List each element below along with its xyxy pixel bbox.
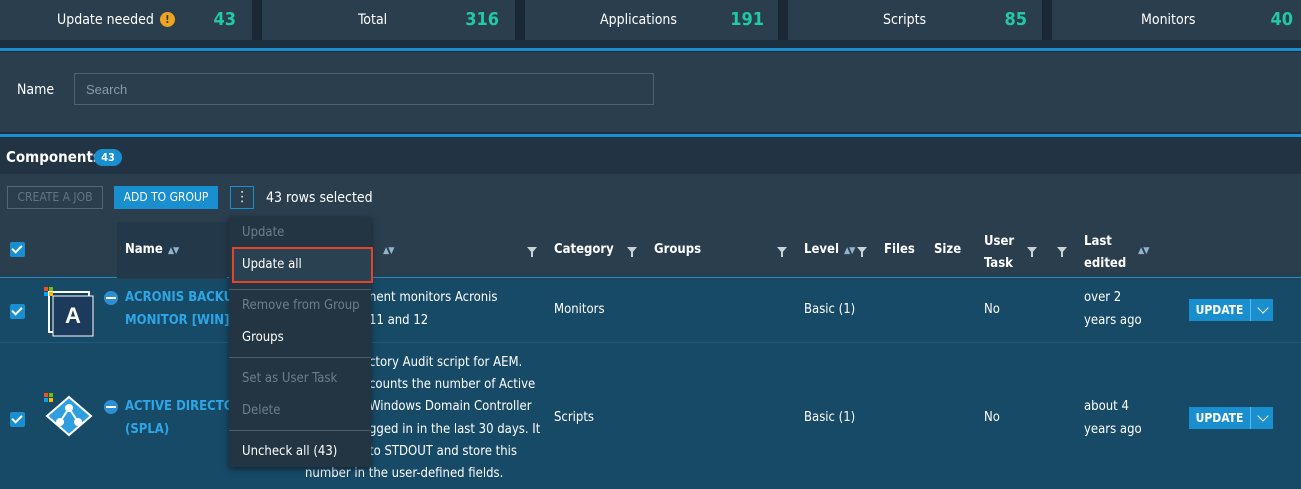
stat-label: Scripts	[883, 12, 927, 28]
stat-value: 85	[1004, 9, 1027, 30]
stat-value: 43	[213, 9, 236, 30]
stat-value: 316	[465, 9, 499, 30]
header-user-task[interactable]: User Task	[984, 231, 1014, 275]
stat-label: Monitors	[1141, 12, 1196, 28]
menu-item-delete: Delete	[242, 403, 281, 418]
stat-scripts[interactable]: Scripts 85	[788, 0, 1042, 40]
components-header: Components 43	[0, 138, 1301, 174]
category-cell: Scripts	[554, 410, 595, 425]
sort-icon: ▲▼	[383, 246, 395, 256]
components-panel: Components 43 CREATE A JOB ADD TO GROUP …	[0, 138, 1301, 489]
menu-item-uncheck-all[interactable]: Uncheck all (43)	[242, 444, 337, 459]
level-cell: Basic (1)	[804, 410, 856, 425]
filter-icon[interactable]	[527, 247, 537, 257]
menu-item-remove-from-group: Remove from Group	[242, 298, 360, 313]
header-level[interactable]: Level ▲▼	[804, 242, 856, 257]
script-type-icon	[104, 400, 118, 414]
components-title: Components	[6, 148, 102, 166]
sort-icon: ▲▼	[843, 246, 856, 256]
user-task-cell: No	[984, 410, 1000, 425]
stat-label: Update needed	[57, 12, 154, 28]
filter-icon[interactable]	[627, 247, 637, 257]
rows-selected-text: 43 rows selected	[266, 190, 373, 206]
stat-value: 191	[730, 9, 764, 30]
filter-icon[interactable]	[857, 247, 867, 257]
search-input[interactable]	[74, 73, 654, 105]
select-all-checkbox[interactable]	[10, 242, 25, 257]
component-name-link[interactable]: ACRONIS BACKUP	[125, 287, 242, 309]
update-button[interactable]: UPDATE	[1189, 299, 1273, 321]
stat-label: Total	[358, 12, 388, 28]
divider	[0, 48, 1301, 51]
active-directory-icon	[44, 393, 93, 437]
user-task-cell: No	[984, 302, 1000, 317]
svg-text:A: A	[65, 303, 81, 328]
sort-icon: ▲▼	[167, 246, 180, 256]
description: gged in in the last 30 days. It	[369, 422, 541, 437]
header-description-sort[interactable]: ▲▼	[378, 242, 395, 257]
warning-icon: !	[159, 12, 175, 27]
menu-divider	[229, 289, 371, 290]
component-name-link[interactable]: (SPLA)	[125, 419, 169, 441]
header-groups[interactable]: Groups	[654, 242, 701, 257]
last-edited-cell: about 4	[1084, 399, 1129, 414]
filter-icon[interactable]	[777, 247, 787, 257]
filter-panel: Name	[0, 52, 1301, 132]
count-badge: 43	[94, 149, 122, 166]
menu-item-update: Update	[242, 225, 285, 240]
menu-item-update-all[interactable]: Update all	[242, 257, 302, 272]
row-checkbox[interactable]	[10, 304, 25, 319]
category-cell: Monitors	[554, 302, 605, 317]
chevron-down-icon[interactable]	[1257, 302, 1269, 314]
update-button-label[interactable]: UPDATE	[1189, 299, 1251, 321]
menu-divider	[229, 357, 371, 358]
description: Windows Domain Controller	[369, 399, 532, 414]
create-job-button[interactable]: CREATE A JOB	[7, 186, 103, 209]
stat-label: Applications	[600, 12, 677, 28]
update-button-label[interactable]: UPDATE	[1189, 407, 1251, 429]
header-size[interactable]: Size	[934, 242, 961, 257]
table-row[interactable]: A ACRONIS BACKUP MONITOR [WIN] nent moni…	[0, 279, 1301, 342]
last-edited-cell: years ago	[1084, 422, 1142, 437]
filter-icon[interactable]	[1027, 247, 1037, 257]
header-name[interactable]: Name ▲▼	[125, 242, 180, 257]
description: ctory Audit script for AEM.	[369, 355, 523, 370]
sort-icon[interactable]: ▲▼	[1133, 242, 1150, 257]
stat-applications[interactable]: Applications 191	[525, 0, 778, 40]
menu-divider	[229, 430, 371, 431]
table-header: Name ▲▼ ▲▼ Category Groups Level ▲▼ Files …	[0, 222, 1301, 278]
description: 11 and 12	[369, 313, 429, 328]
menu-item-groups[interactable]: Groups	[242, 330, 284, 345]
monitor-type-icon	[104, 291, 118, 305]
stat-monitors[interactable]: Monitors 40	[1052, 0, 1301, 40]
stats-bar: Update needed! 43 Total 316 Applications…	[0, 0, 1301, 40]
more-actions-button[interactable]: ⋮	[230, 186, 254, 209]
name-filter-label: Name	[17, 82, 55, 98]
component-name-link[interactable]: MONITOR [WIN]	[125, 310, 229, 332]
stat-total[interactable]: Total 316	[262, 0, 515, 40]
last-edited-cell: over 2	[1084, 290, 1122, 305]
divider	[0, 134, 1301, 137]
acronis-icon: A	[44, 287, 94, 337]
row-checkbox[interactable]	[10, 412, 25, 427]
menu-item-set-as-user-task: Set as User Task	[242, 371, 338, 386]
stat-value: 40	[1270, 9, 1293, 30]
description: to STDOUT and store this	[369, 444, 517, 459]
description: nent monitors Acronis	[369, 290, 498, 305]
header-files[interactable]: Files	[884, 242, 915, 257]
update-button[interactable]: UPDATE	[1189, 407, 1273, 429]
stat-update-needed[interactable]: Update needed! 43	[0, 0, 252, 40]
last-edited-cell: years ago	[1084, 313, 1142, 328]
add-to-group-button[interactable]: ADD TO GROUP	[114, 186, 218, 209]
filter-icon[interactable]	[1057, 247, 1067, 257]
table-row[interactable]: ACTIVE DIRECTORY (SPLA) ctory Audit scri…	[0, 342, 1301, 489]
level-cell: Basic (1)	[804, 302, 856, 317]
header-category[interactable]: Category	[554, 242, 614, 257]
description: counts the number of Active	[369, 377, 536, 392]
header-last-edited[interactable]: Last edited	[1084, 231, 1126, 275]
actions-menu: Update Update all Remove from Group Grou…	[229, 217, 373, 467]
chevron-down-icon[interactable]	[1257, 410, 1269, 422]
